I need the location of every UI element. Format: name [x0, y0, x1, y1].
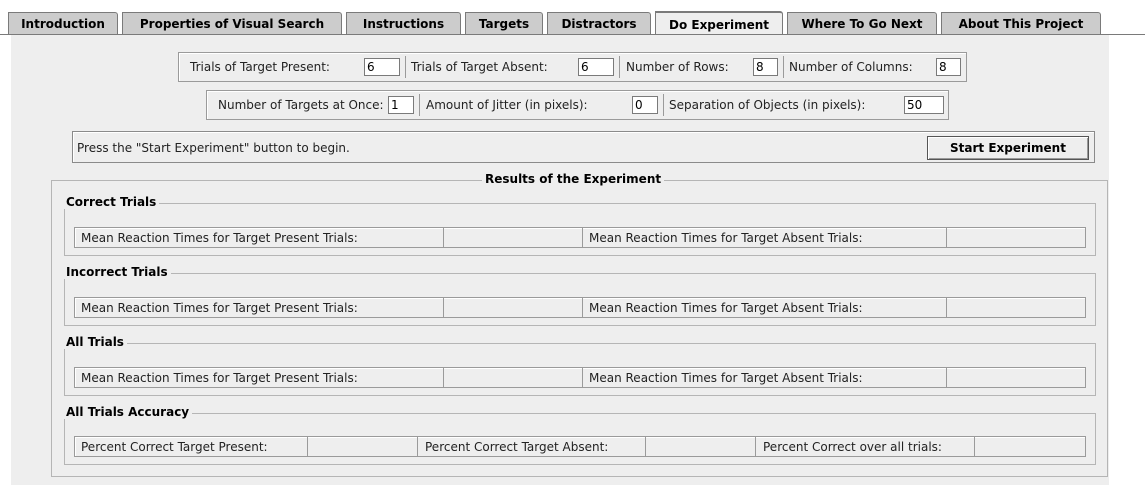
tab-targets[interactable]: Targets — [465, 12, 543, 35]
all-trials-title: All Trials — [63, 335, 127, 349]
visual-search-app: Introduction Properties of Visual Search… — [0, 0, 1145, 489]
all-trials-row: Mean Reaction Times for Target Present T… — [74, 367, 1086, 388]
tab-properties-of-visual-search[interactable]: Properties of Visual Search — [122, 12, 342, 35]
tab-about-this-project[interactable]: About This Project — [941, 12, 1101, 35]
accuracy-row: Percent Correct Target Present: Percent … — [74, 436, 1086, 457]
divider — [663, 94, 664, 116]
correct-trials-group: Correct Trials Mean Reaction Times for T… — [63, 195, 1096, 256]
status-message: Press the "Start Experiment" button to b… — [77, 141, 350, 155]
accuracy-absent-value — [645, 437, 755, 456]
jitter-input[interactable] — [632, 96, 658, 114]
correct-present-value — [443, 228, 582, 247]
jitter-label: Amount of Jitter (in pixels): — [426, 98, 588, 112]
divider — [619, 56, 620, 78]
trials-present-input[interactable] — [364, 58, 400, 76]
correct-trials-row: Mean Reaction Times for Target Present T… — [74, 227, 1086, 248]
display-settings-box: Number of Targets at Once: Amount of Jit… — [206, 90, 949, 120]
accuracy-present-value — [307, 437, 417, 456]
accuracy-overall-value — [974, 437, 1085, 456]
all-trials-group: All Trials Mean Reaction Times for Targe… — [63, 335, 1096, 396]
correct-absent-label: Mean Reaction Times for Target Absent Tr… — [589, 231, 863, 245]
incorrect-absent-label: Mean Reaction Times for Target Absent Tr… — [589, 301, 863, 315]
results-group: Results of the Experiment Correct Trials… — [51, 172, 1108, 477]
tab-where-to-go-next[interactable]: Where To Go Next — [787, 12, 937, 35]
rows-label: Number of Rows: — [626, 60, 729, 74]
tab-do-experiment[interactable]: Do Experiment — [655, 11, 783, 37]
divider — [417, 437, 418, 456]
trials-absent-input[interactable] — [578, 58, 614, 76]
all-absent-label: Mean Reaction Times for Target Absent Tr… — [589, 371, 863, 385]
all-absent-value — [946, 368, 1085, 387]
tab-bar: Introduction Properties of Visual Search… — [0, 0, 1145, 40]
incorrect-trials-title: Incorrect Trials — [63, 265, 171, 279]
incorrect-present-label: Mean Reaction Times for Target Present T… — [81, 301, 358, 315]
correct-present-label: Mean Reaction Times for Target Present T… — [81, 231, 358, 245]
trials-absent-label: Trials of Target Absent: — [411, 60, 548, 74]
divider — [783, 56, 784, 78]
correct-absent-value — [946, 228, 1085, 247]
results-title: Results of the Experiment — [482, 172, 665, 186]
all-present-value — [443, 368, 582, 387]
divider — [582, 228, 583, 247]
incorrect-trials-row: Mean Reaction Times for Target Present T… — [74, 297, 1086, 318]
divider — [582, 298, 583, 317]
correct-trials-title: Correct Trials — [63, 195, 160, 209]
tab-instructions[interactable]: Instructions — [346, 12, 461, 35]
accuracy-title: All Trials Accuracy — [63, 405, 193, 419]
separation-input[interactable] — [904, 96, 944, 114]
targets-at-once-label: Number of Targets at Once: — [218, 98, 384, 112]
divider — [582, 368, 583, 387]
rows-input[interactable] — [753, 58, 778, 76]
incorrect-absent-value — [946, 298, 1085, 317]
do-experiment-panel: Trials of Target Present: Trials of Targ… — [10, 35, 1109, 485]
tab-distractors[interactable]: Distractors — [547, 12, 651, 35]
columns-label: Number of Columns: — [789, 60, 913, 74]
status-bar: Press the "Start Experiment" button to b… — [72, 131, 1095, 163]
accuracy-overall-label: Percent Correct over all trials: — [763, 440, 942, 454]
divider — [405, 56, 406, 78]
trials-present-label: Trials of Target Present: — [190, 60, 330, 74]
columns-input[interactable] — [936, 58, 961, 76]
incorrect-trials-group: Incorrect Trials Mean Reaction Times for… — [63, 265, 1096, 326]
divider — [755, 437, 756, 456]
separation-label: Separation of Objects (in pixels): — [669, 98, 866, 112]
trial-settings-box: Trials of Target Present: Trials of Targ… — [178, 52, 967, 82]
accuracy-absent-label: Percent Correct Target Absent: — [425, 440, 609, 454]
start-experiment-button[interactable]: Start Experiment — [927, 136, 1089, 160]
accuracy-present-label: Percent Correct Target Present: — [81, 440, 268, 454]
targets-at-once-input[interactable] — [388, 96, 414, 114]
tab-introduction[interactable]: Introduction — [8, 12, 118, 35]
all-present-label: Mean Reaction Times for Target Present T… — [81, 371, 358, 385]
incorrect-present-value — [443, 298, 582, 317]
divider — [419, 94, 420, 116]
accuracy-group: All Trials Accuracy Percent Correct Targ… — [63, 405, 1096, 465]
